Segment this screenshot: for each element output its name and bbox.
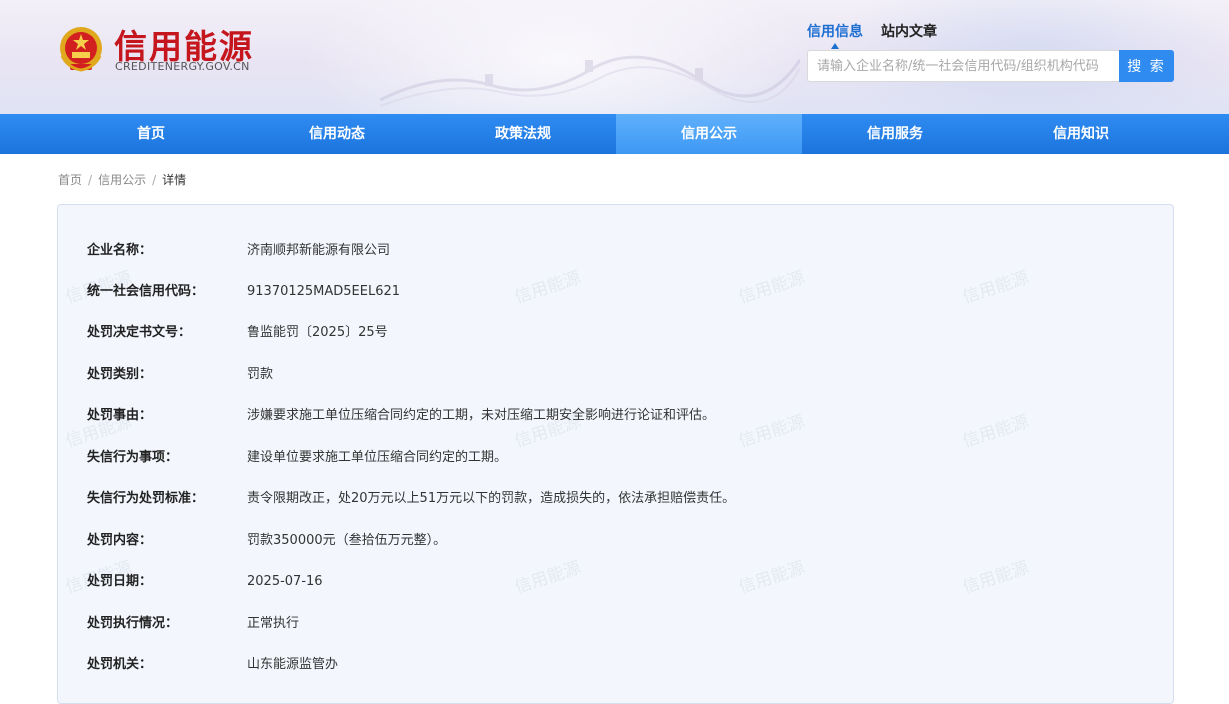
nav-item-credit-news[interactable]: 信用动态 [244, 114, 430, 154]
detail-row-penalty-date: 处罚日期： 2025-07-16 [58, 562, 1173, 602]
detail-row-penalty-content: 处罚内容： 罚款350000元（叁拾伍万元整）。 [58, 521, 1173, 561]
detail-label: 处罚机关： [87, 657, 153, 672]
breadcrumb-credit-disclosure[interactable]: 信用公示 [98, 171, 146, 188]
detail-row-execution-status: 处罚执行情况： 正常执行 [58, 604, 1173, 644]
great-wall-decoration [380, 55, 800, 107]
detail-label: 失信行为处罚标准： [87, 491, 205, 506]
nav-item-credit-knowledge[interactable]: 信用知识 [988, 114, 1174, 154]
nav-item-policy[interactable]: 政策法规 [430, 114, 616, 154]
detail-row-decision-number: 处罚决定书文号： 鲁监能罚〔2025〕25号 [58, 313, 1173, 353]
detail-panel: 信用能源 信用能源 信用能源 信用能源 信用能源 信用能源 信用能源 信用能源 … [57, 204, 1174, 704]
detail-row-penalty-reason: 处罚事由： 涉嫌要求施工单位压缩合同约定的工期，未对压缩工期安全影响进行论证和评… [58, 396, 1173, 436]
detail-value: 91370125MAD5EEL621 [247, 284, 401, 299]
detail-row-company-name: 企业名称： 济南顺邦新能源有限公司 [58, 231, 1173, 271]
site-logo[interactable]: 信用能源 CREDITENERGY.GOV.CN [58, 22, 308, 78]
detail-value: 山东能源监管办 [247, 657, 339, 672]
active-tab-caret-icon [831, 43, 839, 49]
detail-value: 建设单位要求施工单位压缩合同约定的工期。 [247, 450, 508, 465]
site-header: 信用能源 CREDITENERGY.GOV.CN 信用信息 站内文章 搜 索 [0, 0, 1229, 114]
detail-label: 处罚事由： [87, 408, 153, 423]
detail-value: 涉嫌要求施工单位压缩合同约定的工期，未对压缩工期安全影响进行论证和评估。 [247, 408, 716, 423]
detail-row-penalty-authority: 处罚机关： 山东能源监管办 [58, 645, 1173, 685]
detail-row-credit-code: 统一社会信用代码： 91370125MAD5EEL621 [58, 272, 1173, 312]
detail-value: 济南顺邦新能源有限公司 [247, 243, 391, 258]
detail-value: 鲁监能罚〔2025〕25号 [247, 325, 388, 340]
search-tab-credit-info[interactable]: 信用信息 [807, 21, 863, 41]
detail-label: 处罚决定书文号： [87, 325, 192, 340]
detail-value: 罚款350000元（叁拾伍万元整）。 [247, 533, 447, 548]
breadcrumb-separator: / [152, 173, 157, 187]
detail-label: 处罚执行情况： [87, 616, 179, 631]
breadcrumb-current: 详情 [162, 173, 187, 187]
main-nav: 首页 信用动态 政策法规 信用公示 信用服务 信用知识 [0, 114, 1229, 154]
nav-item-credit-service[interactable]: 信用服务 [802, 114, 988, 154]
detail-label: 处罚日期： [87, 574, 153, 589]
search-tab-site-articles[interactable]: 站内文章 [881, 21, 937, 41]
detail-label: 统一社会信用代码： [87, 284, 205, 299]
breadcrumb-separator: / [88, 173, 93, 187]
detail-label: 处罚类别： [87, 367, 153, 382]
detail-value: 2025-07-16 [247, 574, 323, 589]
detail-row-dishonest-item: 失信行为事项： 建设单位要求施工单位压缩合同约定的工期。 [58, 438, 1173, 478]
breadcrumb: 首页 / 信用公示 / 详情 [58, 171, 186, 188]
detail-label: 处罚内容： [87, 533, 153, 548]
detail-label: 失信行为事项： [87, 450, 179, 465]
nav-item-credit-disclosure[interactable]: 信用公示 [616, 114, 802, 154]
national-emblem-icon [60, 27, 102, 72]
breadcrumb-home[interactable]: 首页 [58, 171, 82, 188]
search-button[interactable]: 搜 索 [1119, 50, 1174, 82]
nav-item-home[interactable]: 首页 [58, 114, 244, 154]
detail-row-penalty-type: 处罚类别： 罚款 [58, 355, 1173, 395]
search-input[interactable] [807, 50, 1119, 82]
detail-value: 责令限期改正，处20万元以上51万元以下的罚款，造成损失的，依法承担赔偿责任。 [247, 491, 736, 506]
detail-value: 罚款 [247, 367, 274, 382]
logo-domain: CREDITENERGY.GOV.CN [115, 60, 250, 73]
detail-value: 正常执行 [247, 616, 300, 631]
detail-row-penalty-standard: 失信行为处罚标准： 责令限期改正，处20万元以上51万元以下的罚款，造成损失的，… [58, 479, 1173, 519]
detail-label: 企业名称： [87, 243, 153, 258]
